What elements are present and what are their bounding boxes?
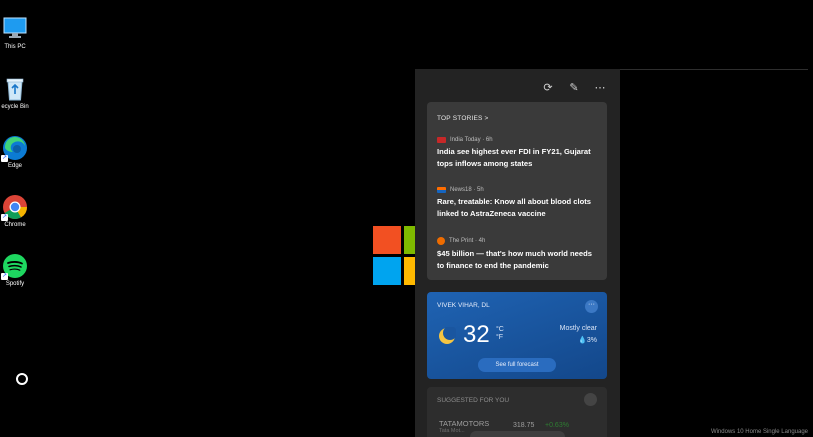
story-source: News18 · 5h: [437, 187, 597, 193]
desktop-icon-label: Chrome: [4, 222, 26, 228]
story-title: $45 billion — that's how much world need…: [437, 249, 592, 270]
precipitation-text: 💧3%: [578, 337, 597, 344]
divider: [620, 69, 808, 70]
weather-more-button[interactable]: ···: [585, 300, 598, 313]
weather-condition: Mostly clear 💧3%: [560, 323, 597, 347]
desktop-icon-label: This PC: [4, 44, 26, 50]
desktop-icon-spotify[interactable]: ↗ Spotify: [0, 253, 30, 287]
recycle-bin-icon: [2, 76, 28, 102]
india-today-logo-icon: [437, 137, 446, 143]
desktop-icon-chrome[interactable]: ↗ Chrome: [0, 194, 30, 228]
panel-toolbar: ⟳ ✎ ⋯: [542, 81, 606, 94]
shortcut-arrow-icon: ↗: [1, 214, 8, 221]
suggested-more-button[interactable]: [584, 393, 597, 406]
shortcut-arrow-icon: ↗: [1, 155, 8, 162]
story-source: India Today · 6h: [437, 137, 597, 143]
desktop-icon-edge[interactable]: ↗ Edge: [0, 135, 30, 169]
the-print-logo-icon: [437, 237, 445, 245]
desktop-icon-recycle-bin[interactable]: ecycle Bin: [0, 76, 30, 110]
monitor-icon: [2, 16, 28, 42]
weather-location: VIVEK VIHAR, DL: [437, 302, 490, 309]
story-title: Rare, treatable: Know all about blood cl…: [437, 197, 592, 218]
top-stories-heading[interactable]: TOP STORIES >: [427, 102, 607, 122]
story-source-text: The Print · 4h: [449, 238, 486, 244]
unit-fahrenheit[interactable]: °F: [496, 334, 504, 342]
story-source-text: News18 · 5h: [450, 187, 484, 193]
stock-ticker[interactable]: TATAMOTORS: [439, 419, 489, 428]
edge-icon: ↗: [1, 135, 28, 162]
spotify-icon: ↗: [1, 253, 28, 280]
top-stories-card: TOP STORIES > India Today · 6h India see…: [427, 102, 607, 280]
desktop-icon-label: Edge: [7, 163, 22, 169]
see-full-forecast-button[interactable]: See full forecast: [478, 358, 556, 372]
weather-card[interactable]: VIVEK VIHAR, DL ··· 32 °C °F Mostly clea…: [427, 292, 607, 379]
stock-name: Tata Mot...: [439, 428, 465, 434]
story-item[interactable]: The Print · 4h $45 billion — that's how …: [437, 237, 597, 272]
moon-cloud-icon: [439, 327, 456, 344]
news18-logo-icon: [437, 187, 446, 193]
shortcut-arrow-icon: ↗: [1, 273, 8, 280]
desktop-icon-label: Spotify: [5, 281, 25, 287]
unit-celsius[interactable]: °C: [496, 326, 504, 334]
scroll-indicator[interactable]: [470, 431, 565, 437]
refresh-icon[interactable]: ⟳: [542, 81, 554, 94]
story-title: India see highest ever FDI in FY21, Guja…: [437, 147, 591, 168]
suggested-heading: SUGGESTED FOR YOU: [437, 397, 510, 404]
chrome-icon: ↗: [1, 194, 28, 221]
more-options-icon[interactable]: ⋯: [594, 81, 606, 94]
story-item[interactable]: News18 · 5h Rare, treatable: Know all ab…: [437, 187, 597, 220]
temperature-unit: °C °F: [496, 326, 504, 342]
temperature-value: 32: [463, 321, 490, 348]
story-item[interactable]: India Today · 6h India see highest ever …: [437, 137, 597, 170]
weather-condition-text: Mostly clear: [559, 325, 597, 332]
suggested-for-you-card: SUGGESTED FOR YOU TATAMOTORS Tata Mot...…: [427, 387, 607, 437]
stock-change: +0.63%: [545, 422, 569, 429]
windows-edition-watermark: Windows 10 Home Single Language: [710, 429, 808, 435]
news-and-interests-panel: ⟳ ✎ ⋯ TOP STORIES > India Today · 6h Ind…: [415, 69, 620, 437]
story-source: The Print · 4h: [437, 237, 597, 245]
edit-icon[interactable]: ✎: [568, 81, 580, 94]
story-source-text: India Today · 6h: [450, 137, 493, 143]
stock-price: 318.75: [513, 422, 535, 429]
desktop-icon-this-pc[interactable]: This PC: [0, 16, 30, 50]
cortana-icon[interactable]: [16, 373, 28, 385]
desktop-icon-label: ecycle Bin: [1, 104, 29, 110]
